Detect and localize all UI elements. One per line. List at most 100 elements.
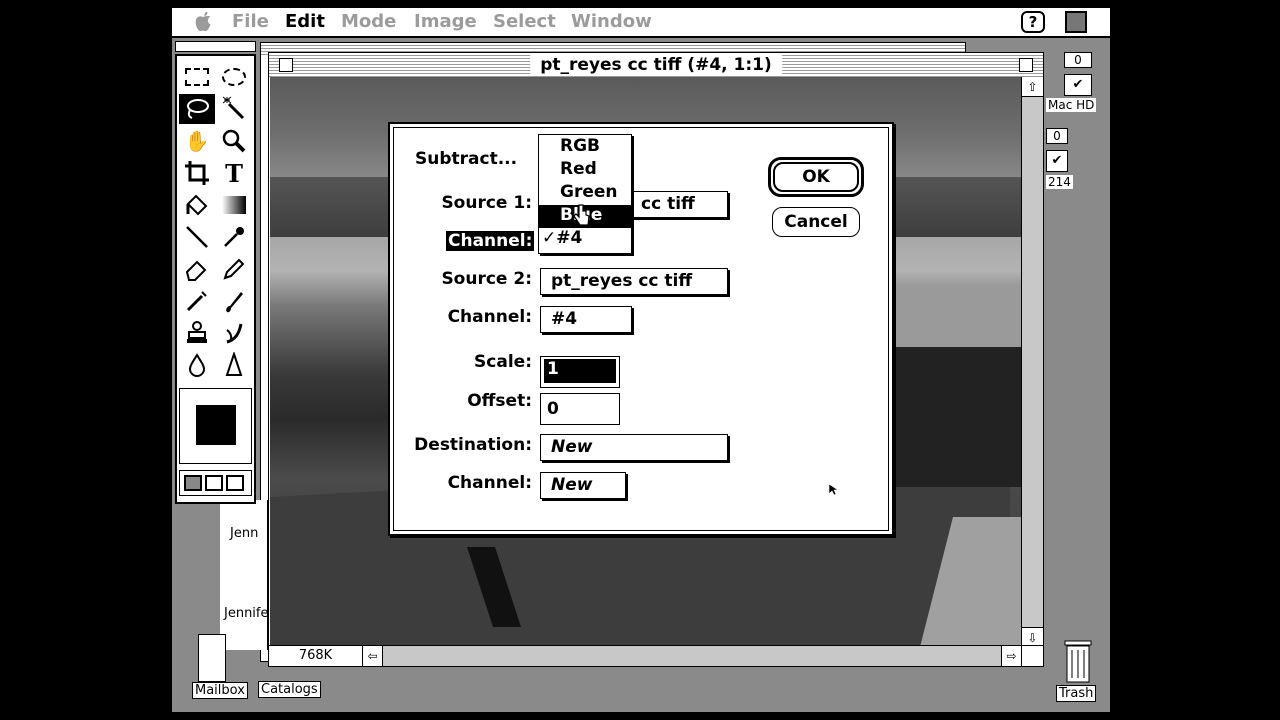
- scroll-right-arrow-icon[interactable]: ⇨: [1001, 646, 1021, 666]
- eraser-tool[interactable]: [179, 254, 215, 284]
- source2-popup[interactable]: pt_reyes cc tiff: [540, 268, 728, 295]
- sharpen-tool[interactable]: [216, 350, 252, 380]
- type-tool[interactable]: T: [216, 158, 252, 188]
- catalogs-label: Catalogs: [258, 681, 321, 698]
- mac-hd-icon[interactable]: 0 ✔: [1056, 52, 1096, 98]
- hand-tool[interactable]: ✋: [179, 126, 215, 156]
- zoom-tool[interactable]: [216, 126, 252, 156]
- disk-counter: 0: [1046, 128, 1068, 144]
- channel3-label: Channel:: [447, 473, 532, 493]
- background-window-strip: Jenn Jennife: [220, 500, 269, 650]
- resize-box-icon[interactable]: [1021, 646, 1043, 666]
- source1-value: cc tiff: [641, 194, 695, 214]
- mailbox-label: Mailbox: [192, 682, 248, 699]
- palette-titlebar: [175, 41, 256, 52]
- background-name-2: Jennife: [224, 606, 269, 621]
- eyedropper-tool[interactable]: [216, 222, 252, 252]
- foreground-color-swatch[interactable]: [196, 405, 236, 445]
- channel3-popup[interactable]: New: [540, 472, 626, 499]
- scale-value: 1: [544, 359, 616, 383]
- menu-edit[interactable]: Edit: [285, 11, 325, 32]
- trash-icon[interactable]: [1062, 638, 1094, 684]
- image-window-titlebar[interactable]: pt_reyes cc tiff (#4, 1:1): [269, 53, 1043, 77]
- source2-value: pt_reyes cc tiff: [551, 271, 693, 291]
- scroll-left-arrow-icon[interactable]: ⇦: [363, 646, 383, 666]
- image-window-title: pt_reyes cc tiff (#4, 1:1): [530, 55, 782, 75]
- zoom-box-icon[interactable]: [1019, 58, 1033, 72]
- screen-mode-buttons[interactable]: [179, 470, 252, 496]
- menu-mode[interactable]: Mode: [341, 11, 396, 32]
- disk-check-icon: ✔: [1064, 74, 1092, 96]
- rubber-stamp-tool[interactable]: [179, 318, 215, 348]
- marquee-rect-tool[interactable]: [179, 62, 215, 92]
- channel1-label: Channel:: [446, 231, 535, 251]
- application-menu-icon[interactable]: [1065, 11, 1087, 33]
- channel2-value: #4: [551, 309, 578, 329]
- magic-wand-tool[interactable]: [216, 94, 252, 124]
- crop-tool[interactable]: [179, 158, 215, 188]
- ok-button-default-ring: OK: [768, 157, 864, 197]
- gradient-tool[interactable]: [216, 190, 252, 220]
- menu-item-4[interactable]: ✓#4: [539, 228, 631, 251]
- menu-window[interactable]: Window: [571, 11, 652, 32]
- desktop: File Edit Mode Image Select Window ? Jen…: [172, 8, 1110, 712]
- apple-menu-icon[interactable]: [194, 11, 212, 32]
- ok-button-label: OK: [802, 167, 830, 187]
- menu-item-rgb[interactable]: RGB: [539, 136, 631, 159]
- airbrush-tool[interactable]: [179, 286, 215, 316]
- scroll-down-arrow-icon[interactable]: ⇩: [1022, 627, 1043, 647]
- help-balloon-icon[interactable]: ?: [1021, 11, 1045, 33]
- scroll-up-arrow-icon[interactable]: ⇧: [1022, 77, 1043, 97]
- size-readout-box: 768K: [269, 646, 363, 666]
- pencil-tool[interactable]: [216, 254, 252, 284]
- cancel-button-label: Cancel: [784, 212, 848, 232]
- disk-counter: 0: [1064, 52, 1092, 68]
- source1-label: Source 1:: [441, 193, 532, 213]
- channel2-popup[interactable]: #4: [540, 306, 632, 333]
- full-screen-menubar-mode-icon[interactable]: [205, 475, 223, 491]
- menu-image[interactable]: Image: [414, 11, 477, 32]
- lasso-tool[interactable]: [179, 94, 215, 124]
- menu-item-red[interactable]: Red: [539, 159, 631, 182]
- checkmark-icon: ✓: [542, 228, 557, 248]
- source2-label: Source 2:: [441, 269, 532, 289]
- scale-label: Scale:: [474, 352, 532, 372]
- hand-pointer-cursor-icon: [573, 204, 590, 230]
- channel3-value: New: [551, 475, 593, 495]
- paint-bucket-tool[interactable]: [179, 190, 215, 220]
- offset-field[interactable]: 0: [540, 393, 620, 425]
- destination-label: Destination:: [414, 435, 532, 455]
- disk-214-icon[interactable]: 0 ✔: [1046, 128, 1076, 174]
- menu-item-green[interactable]: Green: [539, 182, 631, 205]
- line-tool[interactable]: [179, 222, 215, 252]
- arrow-cursor-icon: [828, 482, 839, 501]
- trash-label: Trash: [1056, 685, 1097, 702]
- channel2-label: Channel:: [447, 307, 532, 327]
- close-box-icon[interactable]: [279, 58, 293, 72]
- menu-bar: File Edit Mode Image Select Window ?: [172, 8, 1110, 38]
- paintbrush-tool[interactable]: [216, 286, 252, 316]
- full-screen-mode-icon[interactable]: [226, 475, 244, 491]
- cancel-button[interactable]: Cancel: [772, 207, 860, 237]
- menu-file[interactable]: File: [232, 11, 269, 32]
- size-readout: 768K: [298, 648, 333, 663]
- marquee-ellipse-tool[interactable]: [216, 62, 252, 92]
- background-name-1: Jenn: [230, 526, 259, 541]
- disk-214-label: 214: [1046, 175, 1073, 189]
- horizontal-scrollbar[interactable]: 768K ⇦ ⇨: [269, 645, 1043, 666]
- ok-button[interactable]: OK: [773, 162, 859, 192]
- tool-palette: ✋ T: [175, 54, 256, 504]
- mailbox-icon[interactable]: [198, 634, 226, 682]
- dialog-title: Subtract...: [415, 149, 518, 169]
- destination-popup[interactable]: New: [540, 434, 728, 461]
- standard-window-mode-icon[interactable]: [184, 475, 202, 491]
- subtract-dialog: Subtract... Source 1: cc tiff Channel: S…: [388, 122, 894, 536]
- vertical-scrollbar[interactable]: ⇧ ⇩: [1021, 77, 1043, 647]
- mac-hd-label: Mac HD: [1046, 98, 1097, 112]
- destination-value: New: [551, 437, 593, 457]
- scale-field[interactable]: 1: [540, 356, 620, 388]
- smudge-tool[interactable]: [216, 318, 252, 348]
- offset-label: Offset:: [467, 391, 532, 411]
- blur-tool[interactable]: [179, 350, 215, 380]
- menu-select[interactable]: Select: [493, 11, 556, 32]
